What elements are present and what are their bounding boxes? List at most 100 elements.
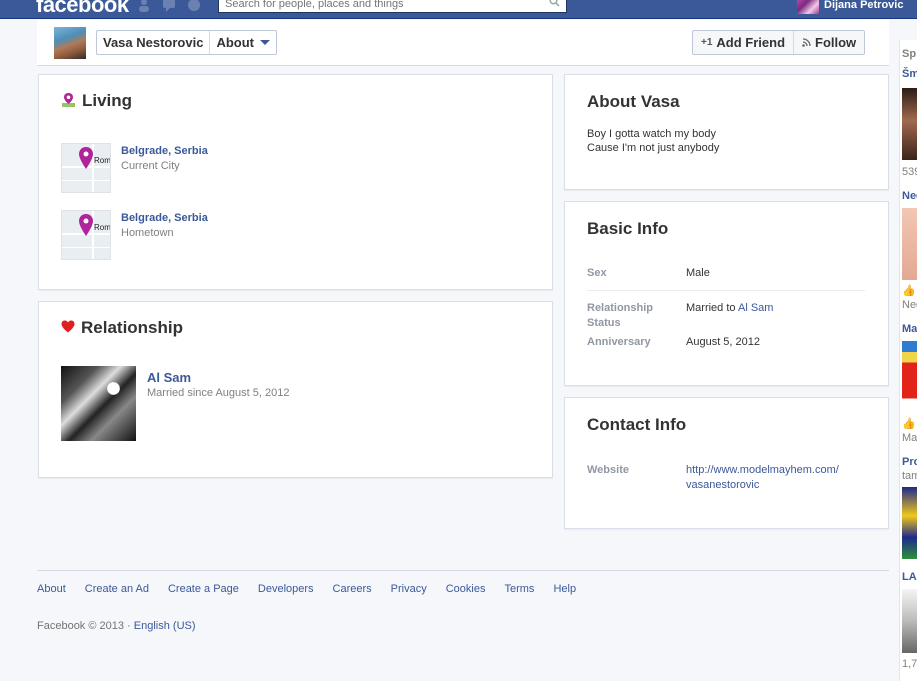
info-label: Anniversary bbox=[587, 336, 651, 348]
relationship-title: Relationship bbox=[81, 318, 184, 337]
profile-actions: +1 Add Friend Follow bbox=[692, 30, 866, 55]
profile-breadcrumb: Vasa Nestorovic About bbox=[96, 30, 277, 55]
search-input[interactable] bbox=[219, 0, 539, 11]
sidebar-ad-image[interactable] bbox=[902, 208, 917, 280]
info-value: August 5, 2012 bbox=[686, 336, 761, 348]
right-sidebar: Sp Šm 539 Neg 👍 Neg Ma 👍 Max Pro tam LAS… bbox=[899, 40, 917, 681]
search-icon[interactable] bbox=[549, 0, 560, 10]
place-type: Hometown bbox=[121, 227, 174, 239]
location-pin-icon bbox=[61, 92, 76, 111]
footer-link-help[interactable]: Help bbox=[553, 583, 576, 595]
website-url-part[interactable]: vasanestorovic bbox=[686, 478, 839, 493]
place-type: Current City bbox=[121, 160, 180, 172]
map-label: Rom bbox=[94, 223, 111, 232]
info-label: Sex bbox=[587, 267, 607, 279]
living-card: Living Rom Belgrade, Serbia Current City… bbox=[38, 74, 553, 290]
footer-link-create-ad[interactable]: Create an Ad bbox=[85, 583, 149, 595]
place-name-link[interactable]: Belgrade, Serbia bbox=[121, 145, 208, 157]
map-road bbox=[62, 247, 110, 248]
add-friend-label: Add Friend bbox=[716, 35, 786, 50]
footer-link-cookies[interactable]: Cookies bbox=[446, 583, 486, 595]
info-row-website: Website http://www.modelmayhem.com/ vasa… bbox=[587, 463, 867, 495]
contact-info-title: Contact Info bbox=[587, 415, 687, 434]
profile-header: Vasa Nestorovic About +1 Add Friend Foll… bbox=[37, 20, 889, 66]
about-card: About Vasa Boy I gotta watch my body Cau… bbox=[564, 74, 889, 190]
section-dropdown[interactable]: About bbox=[210, 31, 276, 54]
footer-link-privacy[interactable]: Privacy bbox=[391, 583, 427, 595]
footer-link-create-page[interactable]: Create a Page bbox=[168, 583, 239, 595]
footer-links: About Create an Ad Create a Page Develop… bbox=[37, 583, 576, 595]
info-label: Website bbox=[587, 464, 629, 476]
section-label: About bbox=[216, 35, 254, 50]
sidebar-heading: Sp bbox=[902, 48, 917, 60]
about-title: About Vasa bbox=[587, 92, 680, 111]
follow-button[interactable]: Follow bbox=[793, 31, 864, 54]
place-hometown: Rom Belgrade, Serbia Hometown bbox=[61, 210, 461, 262]
profile-thumbnail[interactable] bbox=[54, 27, 86, 59]
sidebar-ad-title[interactable]: Ma bbox=[902, 323, 917, 335]
sidebar-ad-image[interactable] bbox=[902, 88, 917, 160]
sidebar-ad-count: 1,7 bbox=[902, 658, 917, 670]
relationship-since: Married since August 5, 2012 bbox=[147, 387, 290, 399]
notifications-icon[interactable] bbox=[186, 0, 202, 12]
sidebar-ad-title[interactable]: LAS bbox=[902, 571, 917, 583]
sidebar-ad-sub: Max bbox=[902, 432, 917, 444]
info-value: Male bbox=[686, 267, 710, 279]
relationship-card: Relationship Al Sam Married since August… bbox=[38, 301, 553, 478]
bio-line: Boy I gotta watch my body bbox=[587, 128, 717, 140]
info-label: Relationship Status bbox=[587, 302, 654, 329]
footer-link-about[interactable]: About bbox=[37, 583, 66, 595]
sidebar-ad-title[interactable]: Šm bbox=[902, 68, 917, 80]
footer-link-careers[interactable]: Careers bbox=[333, 583, 372, 595]
place-current-city: Rom Belgrade, Serbia Current City bbox=[61, 143, 461, 195]
partner-photo[interactable] bbox=[61, 366, 136, 441]
map-thumbnail[interactable]: Rom bbox=[61, 210, 111, 260]
website-link[interactable]: http://www.modelmayhem.com/ vasanestorov… bbox=[686, 463, 839, 493]
map-thumbnail[interactable]: Rom bbox=[61, 143, 111, 193]
user-menu[interactable]: Dijana Petrovic bbox=[797, 0, 903, 14]
language-link[interactable]: English (US) bbox=[134, 620, 196, 632]
footer-link-developers[interactable]: Developers bbox=[258, 583, 314, 595]
info-value: Married to Al Sam bbox=[686, 301, 773, 316]
about-bio: Boy I gotta watch my body Cause I'm not … bbox=[587, 127, 719, 155]
sidebar-ad-title[interactable]: Neg bbox=[902, 190, 917, 202]
map-label: Rom bbox=[94, 156, 111, 165]
profile-name-link[interactable]: Vasa Nestorovic bbox=[97, 31, 211, 54]
footer-divider bbox=[37, 570, 889, 571]
facebook-logo[interactable]: facebook bbox=[36, 0, 129, 18]
add-friend-icon: +1 bbox=[701, 37, 713, 48]
sidebar-ad-image[interactable] bbox=[902, 487, 917, 559]
footer-link-terms[interactable]: Terms bbox=[504, 583, 534, 595]
friend-requests-icon[interactable] bbox=[138, 0, 154, 12]
sidebar-ad-image[interactable] bbox=[902, 341, 917, 413]
divider bbox=[587, 290, 865, 291]
website-url-part[interactable]: http://www.modelmayhem.com/ bbox=[686, 463, 839, 478]
basic-info-card: Basic Info Sex Male Relationship Status … bbox=[564, 201, 889, 386]
bio-line: Cause I'm not just anybody bbox=[587, 142, 720, 154]
info-row-sex: Sex Male bbox=[587, 266, 867, 282]
add-friend-button[interactable]: +1 Add Friend bbox=[693, 31, 793, 54]
contact-info-card: Contact Info Website http://www.modelmay… bbox=[564, 397, 889, 529]
sidebar-ad-sub: Neg bbox=[902, 299, 917, 311]
top-navigation-bar: facebook Dijana Petrovic bbox=[0, 0, 917, 19]
chevron-down-icon bbox=[260, 40, 270, 45]
like-icon[interactable]: 👍 bbox=[902, 284, 916, 297]
info-row-anniversary: Anniversary August 5, 2012 bbox=[587, 335, 867, 351]
heart-icon bbox=[61, 320, 75, 336]
footer-copyright: Facebook © 2013 · English (US) bbox=[37, 620, 196, 632]
sidebar-ad-image[interactable] bbox=[902, 589, 917, 653]
partner-name-link[interactable]: Al Sam bbox=[147, 370, 191, 385]
place-name-link[interactable]: Belgrade, Serbia bbox=[121, 212, 208, 224]
partner-link[interactable]: Al Sam bbox=[738, 302, 773, 314]
like-icon[interactable]: 👍 bbox=[902, 417, 916, 430]
follow-label: Follow bbox=[815, 35, 857, 50]
user-name: Dijana Petrovic bbox=[824, 0, 904, 11]
basic-info-title: Basic Info bbox=[587, 219, 669, 238]
living-title: Living bbox=[82, 91, 133, 110]
map-pin-icon bbox=[79, 147, 93, 172]
map-road bbox=[62, 180, 110, 181]
copyright-text: Facebook © 2013 · bbox=[37, 620, 131, 632]
messages-icon[interactable] bbox=[162, 0, 178, 12]
user-avatar bbox=[797, 0, 819, 14]
sidebar-ad-title[interactable]: Pro bbox=[902, 456, 917, 468]
